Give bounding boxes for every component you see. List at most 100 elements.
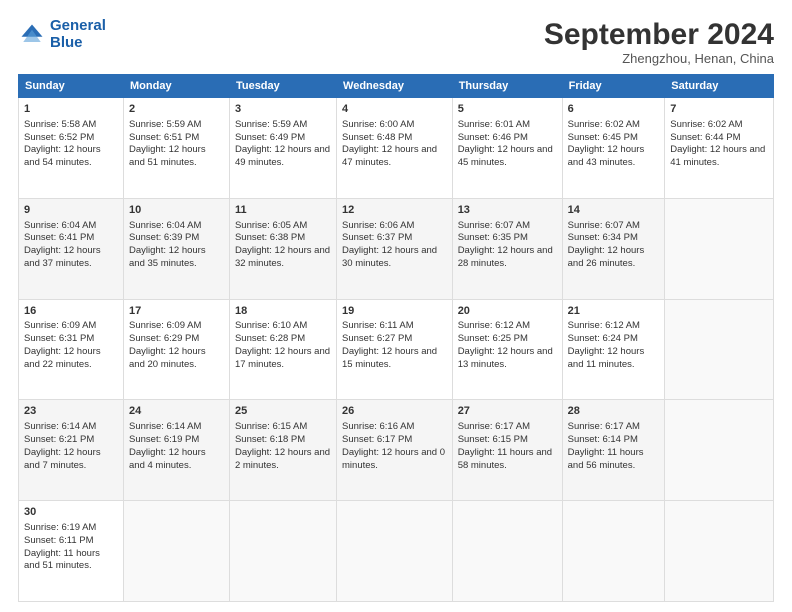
sunrise-label: Sunrise: 5:58 AM bbox=[24, 119, 96, 130]
sunset-label: Sunset: 6:41 PM bbox=[24, 232, 94, 243]
sunrise-label: Sunrise: 6:00 AM bbox=[342, 119, 414, 130]
logo: General Blue bbox=[18, 18, 106, 51]
calendar-cell bbox=[665, 501, 774, 602]
day-number: 7 bbox=[670, 102, 768, 117]
sunrise-label: Sunrise: 6:19 AM bbox=[24, 522, 96, 533]
day-number: 4 bbox=[342, 102, 447, 117]
calendar-cell: 19Sunrise: 6:11 AM Sunset: 6:27 PM Dayligh… bbox=[337, 299, 453, 400]
day-number: 11 bbox=[235, 203, 331, 218]
sunset-label: Sunset: 6:49 PM bbox=[235, 132, 305, 143]
calendar-cell: 16Sunrise: 6:09 AMSunset: 6:31 PMDayligh… bbox=[19, 299, 124, 400]
logo-icon bbox=[18, 21, 46, 49]
sunrise-label: Sunrise: 6:11 AM bbox=[342, 320, 414, 331]
calendar-cell: 5Sunrise: 6:01 AMSunset: 6:46 PMDaylight… bbox=[452, 98, 562, 199]
sunrise-label: Sunrise: 5:59 AM bbox=[129, 119, 201, 130]
col-header-thursday: Thursday bbox=[452, 75, 562, 98]
week-row-3: 16Sunrise: 6:09 AMSunset: 6:31 PMDayligh… bbox=[19, 299, 774, 400]
daylight-label: Daylight: 12 hours and 35 minutes. bbox=[129, 245, 206, 269]
sunrise-label: Sunrise: 6:17 AM bbox=[458, 421, 530, 432]
calendar-cell bbox=[665, 198, 774, 299]
daylight-label: Daylight: 12 hours and 54 minutes. bbox=[24, 144, 101, 168]
day-number: 6 bbox=[568, 102, 660, 117]
daylight-label: Daylight: 12 hours and 0 minutes. bbox=[342, 447, 445, 471]
daylight-label: Daylight: 12 hours and 47 minutes. bbox=[342, 144, 437, 168]
sunset-label: Sunset: 6:14 PM bbox=[568, 434, 638, 445]
sunrise-label: Sunrise: 6:07 AM bbox=[568, 220, 640, 231]
calendar-cell: 9Sunrise: 6:04 AMSunset: 6:41 PMDaylight… bbox=[19, 198, 124, 299]
col-header-saturday: Saturday bbox=[665, 75, 774, 98]
day-number: 13 bbox=[458, 203, 557, 218]
calendar-cell bbox=[124, 501, 230, 602]
day-number: 5 bbox=[458, 102, 557, 117]
sunset-label: Sunset: 6:25 PM bbox=[458, 333, 528, 344]
header: General Blue September 2024 Zhengzhou, H… bbox=[18, 18, 774, 66]
week-row-2: 9Sunrise: 6:04 AMSunset: 6:41 PMDaylight… bbox=[19, 198, 774, 299]
day-number: 24 bbox=[129, 404, 224, 419]
sunrise-label: Sunrise: 6:02 AM bbox=[670, 119, 742, 130]
calendar-cell: 10Sunrise: 6:04 AMSunset: 6:39 PMDayligh… bbox=[124, 198, 230, 299]
daylight-label: Daylight: 12 hours and 45 minutes. bbox=[458, 144, 553, 168]
sunrise-label: Sunrise: 6:14 AM bbox=[24, 421, 96, 432]
daylight-label: Daylight: 12 hours and 7 minutes. bbox=[24, 447, 101, 471]
day-number: 2 bbox=[129, 102, 224, 117]
day-number: 10 bbox=[129, 203, 224, 218]
logo-text: General Blue bbox=[50, 18, 106, 51]
sunset-label: Sunset: 6:31 PM bbox=[24, 333, 94, 344]
calendar-cell bbox=[229, 501, 336, 602]
sunset-label: Sunset: 6:38 PM bbox=[235, 232, 305, 243]
day-number: 14 bbox=[568, 203, 660, 218]
calendar-cell: 4Sunrise: 6:00 AMSunset: 6:48 PMDaylight… bbox=[337, 98, 453, 199]
day-number: 20 bbox=[458, 304, 557, 319]
sunrise-label: Sunrise: 6:14 AM bbox=[129, 421, 201, 432]
daylight-label: Daylight: 12 hours and 17 minutes. bbox=[235, 346, 330, 370]
daylight-label: Daylight: 12 hours and 51 minutes. bbox=[129, 144, 206, 168]
sunset-label: Sunset: 6:45 PM bbox=[568, 132, 638, 143]
sunrise-label: Sunrise: 6:07 AM bbox=[458, 220, 530, 231]
calendar-cell: 23Sunrise: 6:14 AMSunset: 6:21 PMDayligh… bbox=[19, 400, 124, 501]
sunset-label: Sunset: 6:46 PM bbox=[458, 132, 528, 143]
sunrise-label: Sunrise: 6:16 AM bbox=[342, 421, 414, 432]
daylight-label: Daylight: 12 hours and 15 minutes. bbox=[342, 346, 437, 370]
sunset-label: Sunset: 6:39 PM bbox=[129, 232, 199, 243]
sunrise-label: Sunrise: 6:09 AM bbox=[129, 320, 201, 331]
daylight-label: Daylight: 12 hours and 22 minutes. bbox=[24, 346, 101, 370]
col-header-sunday: Sunday bbox=[19, 75, 124, 98]
calendar-cell bbox=[452, 501, 562, 602]
day-number: 12 bbox=[342, 203, 447, 218]
calendar-cell: 27Sunrise: 6:17 AMSunset: 6:15 PMDayligh… bbox=[452, 400, 562, 501]
calendar-cell: 30Sunrise: 6:19 AMSunset: 6:11 PMDayligh… bbox=[19, 501, 124, 602]
daylight-label: Daylight: 12 hours and 13 minutes. bbox=[458, 346, 553, 370]
day-number: 3 bbox=[235, 102, 331, 117]
day-number: 30 bbox=[24, 505, 118, 520]
sunset-label: Sunset: 6:28 PM bbox=[235, 333, 305, 344]
sunrise-label: Sunrise: 6:09 AM bbox=[24, 320, 96, 331]
sunset-label: Sunset: 6:52 PM bbox=[24, 132, 94, 143]
daylight-label: Daylight: 12 hours and 30 minutes. bbox=[342, 245, 437, 269]
day-number: 23 bbox=[24, 404, 118, 419]
sunset-label: Sunset: 6:27 PM bbox=[342, 333, 412, 344]
day-number: 1 bbox=[24, 102, 118, 117]
daylight-label: Daylight: 12 hours and 11 minutes. bbox=[568, 346, 645, 370]
daylight-label: Daylight: 12 hours and 2 minutes. bbox=[235, 447, 330, 471]
daylight-label: Daylight: 11 hours and 56 minutes. bbox=[568, 447, 644, 471]
daylight-label: Daylight: 12 hours and 4 minutes. bbox=[129, 447, 206, 471]
sunset-label: Sunset: 6:17 PM bbox=[342, 434, 412, 445]
calendar-cell: 7Sunrise: 6:02 AMSunset: 6:44 PMDaylight… bbox=[665, 98, 774, 199]
daylight-label: Daylight: 12 hours and 37 minutes. bbox=[24, 245, 101, 269]
col-header-monday: Monday bbox=[124, 75, 230, 98]
calendar-table: SundayMondayTuesdayWednesdayThursdayFrid… bbox=[18, 74, 774, 602]
logo-line1: General bbox=[50, 17, 106, 34]
daylight-label: Daylight: 11 hours and 51 minutes. bbox=[24, 548, 100, 572]
day-number: 21 bbox=[568, 304, 660, 319]
daylight-label: Daylight: 11 hours and 58 minutes. bbox=[458, 447, 552, 471]
sunset-label: Sunset: 6:51 PM bbox=[129, 132, 199, 143]
sunset-label: Sunset: 6:34 PM bbox=[568, 232, 638, 243]
sunset-label: Sunset: 6:29 PM bbox=[129, 333, 199, 344]
day-number: 17 bbox=[129, 304, 224, 319]
day-number: 19 bbox=[342, 304, 447, 319]
day-number: 26 bbox=[342, 404, 447, 419]
daylight-label: Daylight: 12 hours and 41 minutes. bbox=[670, 144, 765, 168]
calendar-cell: 11Sunrise: 6:05 AMSunset: 6:38 PMDayligh… bbox=[229, 198, 336, 299]
daylight-label: Daylight: 12 hours and 26 minutes. bbox=[568, 245, 645, 269]
sunset-label: Sunset: 6:37 PM bbox=[342, 232, 412, 243]
